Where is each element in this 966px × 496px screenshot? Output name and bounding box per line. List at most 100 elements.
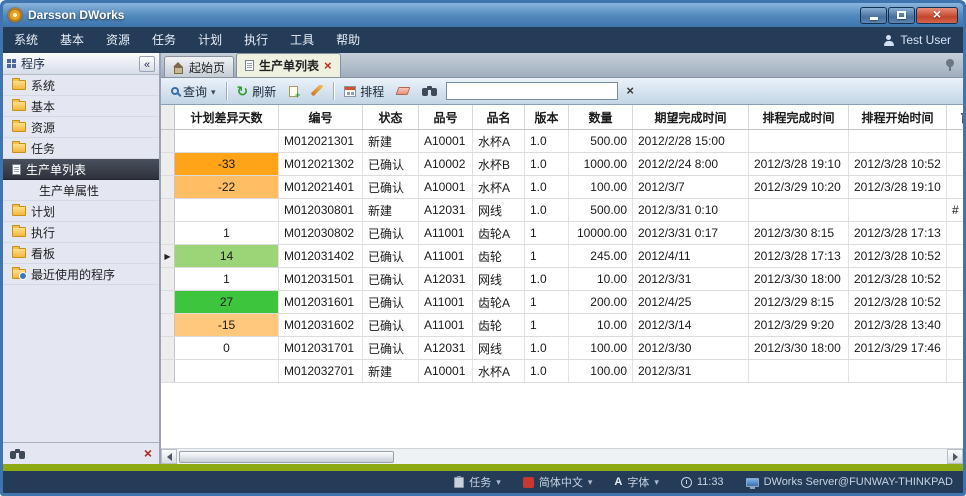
column-header-item_no[interactable]: 品号 bbox=[419, 105, 473, 129]
cell-item_no: A10001 bbox=[419, 176, 473, 198]
table-row[interactable]: 27M012031601已确认A11001齿轮A1200.002012/4/25… bbox=[161, 291, 963, 314]
menu-item-tasks[interactable]: 任务 bbox=[141, 27, 187, 53]
sidebar-item-system[interactable]: 系统 bbox=[3, 75, 159, 96]
status-time-value: 11:33 bbox=[697, 476, 724, 488]
find-button[interactable] bbox=[417, 81, 443, 102]
minimize-button[interactable] bbox=[860, 7, 887, 24]
table-row[interactable]: 1M012030802已确认A11001齿轮A110000.002012/3/3… bbox=[161, 222, 963, 245]
cell-number: M012021302 bbox=[279, 153, 363, 175]
table-row[interactable]: M012032701新建A10001水杯A1.0100.002012/3/31 bbox=[161, 360, 963, 383]
maximize-button[interactable] bbox=[888, 7, 915, 24]
table-row[interactable]: 14M012031402已确认A11001齿轮1245.002012/4/112… bbox=[161, 245, 963, 268]
cell-expect: 2012/3/14 bbox=[633, 314, 749, 336]
sidebar-collapse-button[interactable] bbox=[139, 56, 155, 72]
column-header-version[interactable]: 版本 bbox=[525, 105, 569, 129]
sidebar-item-production-order-properties[interactable]: 生产单属性 bbox=[3, 180, 159, 201]
binoculars-icon[interactable] bbox=[10, 449, 26, 459]
sidebar-item-basic[interactable]: 基本 bbox=[3, 96, 159, 117]
sidebar-item-label: 资源 bbox=[31, 119, 55, 136]
column-header-sched_end[interactable]: 排程完成时间 bbox=[749, 105, 849, 129]
table-row[interactable]: -22M012021401已确认A10001水杯A1.0100.002012/3… bbox=[161, 176, 963, 199]
sidebar-item-planning[interactable]: 计划 bbox=[3, 201, 159, 222]
cell-item_name: 水杯A bbox=[473, 176, 525, 198]
column-header-status[interactable]: 状态 bbox=[363, 105, 419, 129]
programs-icon bbox=[7, 59, 16, 68]
search-input[interactable] bbox=[446, 82, 618, 100]
cell-expect: 2012/3/31 0:10 bbox=[633, 199, 749, 221]
tab-home[interactable]: 起始页 bbox=[164, 56, 234, 77]
titlebar[interactable]: Darsson DWorks bbox=[3, 3, 963, 27]
new-button[interactable] bbox=[284, 81, 303, 102]
cell-qty: 10000.00 bbox=[569, 222, 633, 244]
menu-item-basic[interactable]: 基本 bbox=[49, 27, 95, 53]
column-header-sched_start[interactable]: 排程开始时间 bbox=[849, 105, 947, 129]
home-icon bbox=[173, 62, 184, 72]
cell-sched_end bbox=[749, 360, 849, 382]
row-gutter bbox=[161, 176, 175, 198]
close-button[interactable] bbox=[916, 7, 958, 24]
user-badge[interactable]: Test User bbox=[883, 33, 963, 47]
clear-search-button[interactable] bbox=[621, 81, 639, 102]
menu-item-execution[interactable]: 执行 bbox=[233, 27, 279, 53]
status-font-dropdown[interactable]: 字体 bbox=[614, 474, 658, 490]
folder-icon bbox=[12, 80, 26, 90]
table-row[interactable]: M012021301新建A10001水杯A1.0500.002012/2/28 … bbox=[161, 130, 963, 153]
edit-button[interactable] bbox=[306, 81, 328, 102]
sidebar-item-kanban[interactable]: 看板 bbox=[3, 243, 159, 264]
cell-extra bbox=[947, 268, 963, 290]
column-header-qty[interactable]: 数量 bbox=[569, 105, 633, 129]
scroll-left-button[interactable] bbox=[161, 449, 177, 464]
column-header-expect[interactable]: 期望完成时间 bbox=[633, 105, 749, 129]
main-panel: 起始页 生产单列表 查询 刷新 bbox=[161, 53, 963, 464]
cell-sched_end: 2012/3/30 18:00 bbox=[749, 268, 849, 290]
menu-item-system[interactable]: 系统 bbox=[3, 27, 49, 53]
table-row[interactable]: -33M012021302已确认A10002水杯B1.01000.002012/… bbox=[161, 153, 963, 176]
sidebar-item-recent-programs[interactable]: 最近使用的程序 bbox=[3, 264, 159, 285]
menu-item-planning[interactable]: 计划 bbox=[187, 27, 233, 53]
refresh-button[interactable]: 刷新 bbox=[232, 81, 282, 102]
sidebar-item-label: 计划 bbox=[31, 203, 55, 220]
sidebar-header: 程序 bbox=[3, 53, 159, 75]
menu-item-tools[interactable]: 工具 bbox=[279, 27, 325, 53]
tab-production-order-list[interactable]: 生产单列表 bbox=[236, 53, 341, 77]
query-label: 查询 bbox=[183, 83, 207, 100]
cell-number: M012031501 bbox=[279, 268, 363, 290]
column-header-diff[interactable]: 计划差异天数 bbox=[175, 105, 279, 129]
sidebar-item-tasks[interactable]: 任务 bbox=[3, 138, 159, 159]
scrollbar-thumb[interactable] bbox=[179, 451, 394, 463]
pin-icon[interactable] bbox=[946, 59, 954, 67]
cell-sched_end bbox=[749, 199, 849, 221]
table-row[interactable]: M012030801新建A12031网线1.0500.002012/3/31 0… bbox=[161, 199, 963, 222]
sidebar-item-execution[interactable]: 执行 bbox=[3, 222, 159, 243]
table-row[interactable]: 1M012031501已确认A12031网线1.010.002012/3/312… bbox=[161, 268, 963, 291]
query-button[interactable]: 查询 bbox=[166, 81, 221, 102]
cell-status: 新建 bbox=[363, 360, 419, 382]
table-row[interactable]: -15M012031602已确认A11001齿轮110.002012/3/142… bbox=[161, 314, 963, 337]
schedule-button[interactable]: 排程 bbox=[339, 81, 389, 102]
language-icon bbox=[523, 477, 534, 488]
sidebar-item-production-order-list[interactable]: 生产单列表 bbox=[3, 159, 159, 180]
server-icon bbox=[746, 478, 759, 487]
status-language-dropdown[interactable]: 简体中文 bbox=[523, 474, 593, 490]
unschedule-button[interactable] bbox=[392, 81, 414, 102]
cell-extra bbox=[947, 130, 963, 152]
column-header-item_name[interactable]: 品名 bbox=[473, 105, 525, 129]
table-row[interactable]: 0M012031701已确认A12031网线1.0100.002012/3/30… bbox=[161, 337, 963, 360]
row-gutter bbox=[161, 199, 175, 221]
horizontal-scrollbar[interactable] bbox=[161, 448, 963, 464]
menu-item-help[interactable]: 帮助 bbox=[325, 27, 371, 53]
find-bar-close-icon[interactable] bbox=[144, 445, 152, 463]
sidebar-item-resources[interactable]: 资源 bbox=[3, 117, 159, 138]
column-header-extra[interactable]: 首 bbox=[947, 105, 963, 129]
toolbar-separator bbox=[333, 82, 334, 100]
tab-label: 生产单列表 bbox=[259, 57, 319, 74]
close-tab-icon[interactable] bbox=[324, 59, 332, 73]
cell-extra: # bbox=[947, 199, 963, 221]
cell-diff bbox=[175, 360, 279, 382]
scroll-right-button[interactable] bbox=[947, 449, 963, 464]
cell-item_no: A12031 bbox=[419, 337, 473, 359]
cell-status: 已确认 bbox=[363, 268, 419, 290]
column-header-number[interactable]: 编号 bbox=[279, 105, 363, 129]
status-task-dropdown[interactable]: 任务 bbox=[454, 474, 501, 490]
menu-item-resources[interactable]: 资源 bbox=[95, 27, 141, 53]
